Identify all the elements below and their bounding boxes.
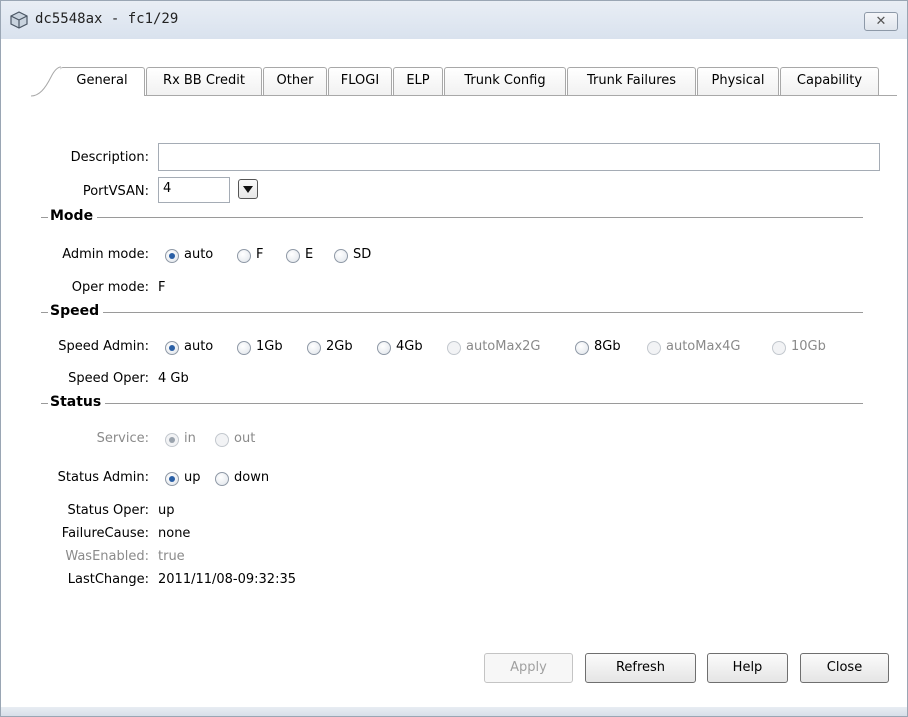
speed-1gb-radio[interactable]: [237, 341, 251, 355]
speed-8gb-label: 8Gb: [594, 339, 621, 354]
status-oper-label: Status Oper:: [67, 503, 149, 518]
tab-other[interactable]: Other: [263, 67, 327, 95]
tab-flogi[interactable]: FLOGI: [328, 67, 392, 95]
dialog-window: dc5548ax - fc1/29 ✕ General Rx BB Credit…: [0, 0, 908, 717]
triangle-down-icon: [243, 185, 253, 193]
status-up-label: up: [184, 470, 201, 485]
tab-trunk-failures[interactable]: Trunk Failures: [567, 67, 696, 95]
switch-chassis-icon: [10, 11, 28, 29]
service-out-radio[interactable]: [215, 433, 229, 447]
tab-general[interactable]: General: [60, 67, 145, 96]
tab-label: FLOGI: [340, 73, 380, 88]
speed-automax4g-radio[interactable]: [647, 341, 661, 355]
speed-section-dash: [41, 312, 48, 313]
admin-mode-f-radio[interactable]: [237, 249, 251, 263]
speed-section-title: Speed: [48, 303, 104, 319]
service-label: Service:: [96, 431, 149, 446]
speed-2gb-radio[interactable]: [307, 341, 321, 355]
speed-4gb-radio[interactable]: [377, 341, 391, 355]
speed-automax4g-label: autoMax4G: [666, 339, 741, 354]
status-down-label: down: [234, 470, 270, 485]
tab-label: Other: [276, 73, 314, 88]
title-bar[interactable]: dc5548ax - fc1/29 ✕: [1, 1, 907, 39]
close-icon: ✕: [875, 14, 887, 29]
last-change-label: LastChange:: [67, 572, 149, 587]
tab-elp[interactable]: ELP: [393, 67, 443, 95]
speed-auto-label: auto: [184, 339, 214, 354]
mode-section-dash: [41, 217, 48, 218]
speed-admin-label: Speed Admin:: [58, 339, 149, 354]
refresh-button[interactable]: Refresh: [585, 653, 696, 683]
tab-edge-curve: [31, 66, 61, 97]
tab-label: General: [76, 73, 128, 88]
status-section-title: Status: [48, 394, 106, 410]
description-field[interactable]: [158, 143, 880, 171]
tab-label: Capability: [796, 73, 863, 88]
tab-label: Rx BB Credit: [163, 73, 245, 88]
oper-mode-label: Oper mode:: [71, 280, 149, 295]
status-admin-label: Status Admin:: [57, 470, 149, 485]
failure-cause-value: none: [158, 526, 191, 541]
admin-mode-sd-label: SD: [353, 247, 372, 262]
mode-section-rule: [47, 217, 863, 218]
admin-mode-e-label: E: [305, 247, 314, 262]
speed-4gb-label: 4Gb: [396, 339, 423, 354]
close-button[interactable]: Close: [800, 653, 889, 683]
admin-mode-f-label: F: [256, 247, 264, 262]
last-change-value: 2011/11/08-09:32:35: [158, 572, 297, 587]
speed-automax2g-label: autoMax2G: [466, 339, 541, 354]
service-out-label: out: [234, 431, 256, 446]
tab-label: Trunk Config: [464, 73, 546, 88]
speed-10gb-label: 10Gb: [791, 339, 826, 354]
was-enabled-label: WasEnabled:: [65, 549, 149, 564]
status-section-rule: [47, 403, 863, 404]
apply-button[interactable]: Apply: [484, 653, 573, 683]
description-label: Description:: [70, 150, 149, 165]
oper-mode-value: F: [158, 280, 166, 295]
dialog-body: General Rx BB Credit Other FLOGI ELP Tru…: [7, 39, 901, 707]
portvsan-label: PortVSAN:: [82, 184, 149, 199]
speed-1gb-label: 1Gb: [256, 339, 283, 354]
tab-label: Physical: [711, 73, 765, 88]
status-up-radio[interactable]: [165, 472, 179, 486]
tab-rx-bb-credit[interactable]: Rx BB Credit: [146, 67, 262, 95]
speed-8gb-radio[interactable]: [575, 341, 589, 355]
help-button[interactable]: Help: [707, 653, 788, 683]
speed-2gb-label: 2Gb: [326, 339, 353, 354]
status-section-dash: [41, 403, 48, 404]
was-enabled-value: true: [158, 549, 185, 564]
status-down-radio[interactable]: [215, 472, 229, 486]
status-oper-value: up: [158, 503, 175, 518]
tab-physical[interactable]: Physical: [697, 67, 779, 95]
speed-section-rule: [47, 312, 863, 313]
admin-mode-auto-label: auto: [184, 247, 214, 262]
admin-mode-e-radio[interactable]: [286, 249, 300, 263]
speed-oper-value: 4 Gb: [158, 371, 189, 386]
admin-mode-label: Admin mode:: [62, 247, 149, 262]
speed-auto-radio[interactable]: [165, 341, 179, 355]
tab-label: ELP: [406, 73, 430, 88]
service-in-radio[interactable]: [165, 433, 179, 447]
portvsan-dropdown-button[interactable]: [238, 179, 258, 199]
speed-automax2g-radio[interactable]: [447, 341, 461, 355]
tab-capability[interactable]: Capability: [780, 67, 879, 95]
service-in-label: in: [184, 431, 196, 446]
mode-section-title: Mode: [48, 208, 98, 224]
speed-10gb-radio[interactable]: [772, 341, 786, 355]
speed-oper-label: Speed Oper:: [68, 371, 149, 386]
failure-cause-label: FailureCause:: [61, 526, 149, 541]
window-bottom-border: [1, 707, 907, 716]
admin-mode-sd-radio[interactable]: [334, 249, 348, 263]
tab-trunk-config[interactable]: Trunk Config: [444, 67, 566, 95]
window-close-button[interactable]: ✕: [864, 12, 898, 31]
tab-strip-baseline: [60, 95, 897, 96]
window-title: dc5548ax - fc1/29: [35, 11, 179, 27]
admin-mode-auto-radio[interactable]: [165, 249, 179, 263]
portvsan-input[interactable]: 4: [158, 177, 230, 203]
tab-label: Trunk Failures: [586, 73, 677, 88]
